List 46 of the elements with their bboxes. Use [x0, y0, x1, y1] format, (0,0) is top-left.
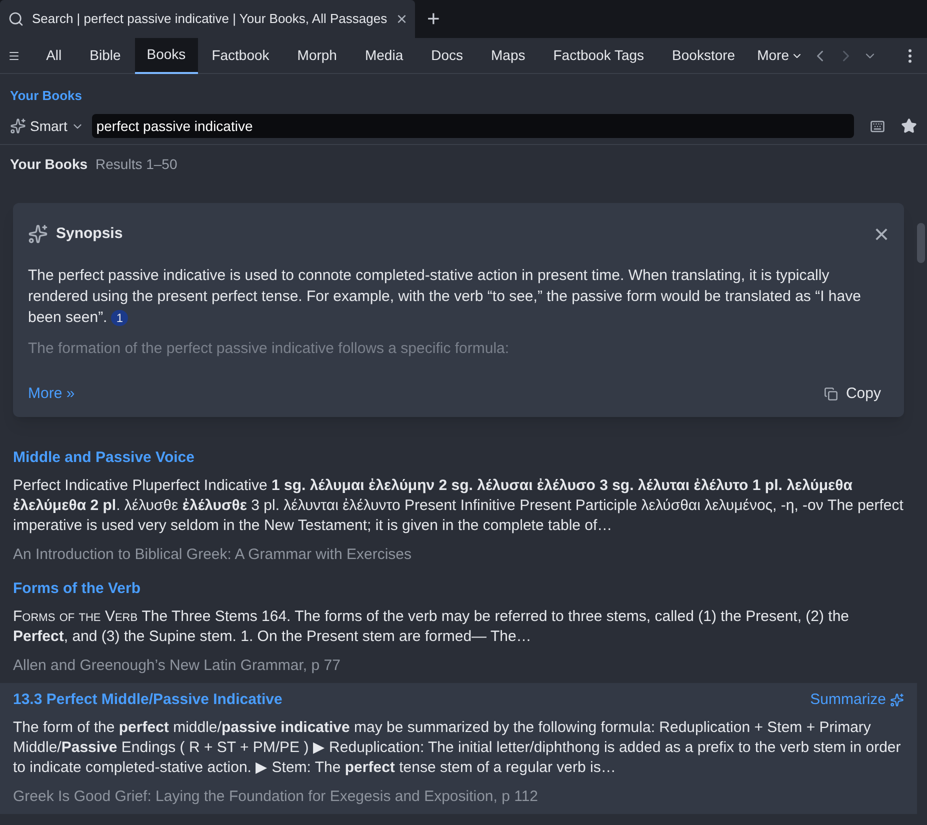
nav-tab[interactable]: Morph: [283, 38, 351, 74]
nav-tab[interactable]: Bookstore: [658, 38, 750, 74]
result-source: Allen and Greenough’s New Latin Grammar, p 77: [13, 656, 342, 676]
nav-tab[interactable]: Media: [350, 38, 418, 74]
results-title: Your Books: [10, 155, 88, 174]
result-snippet: Forms of the Verb The Three Stems 164. The forms of the verb may be referred to three stems, called (1) the Present, (2) the Perfect, and (3) the Supine stem. 1. On the Present stem are formed— The…: [13, 606, 850, 646]
nav-tab[interactable]: Factbook: [198, 38, 284, 74]
browser-tab[interactable]: Search | perfect passive indicative | Your Books, All Passages ×: [0, 0, 415, 38]
nav-tab[interactable]: Books: [134, 38, 198, 74]
keyboard-icon[interactable]: [870, 118, 885, 134]
tab-title: Search | perfect passive indicative | Your Books, All Passages: [32, 10, 388, 28]
nav-tab[interactable]: Factbook Tags: [539, 38, 658, 74]
copy-button[interactable]: Copy: [816, 382, 889, 405]
synopsis-title: Synopsis: [56, 224, 123, 244]
sparkle-icon: [10, 118, 26, 134]
more-menu[interactable]: More: [749, 45, 811, 66]
result-title-link[interactable]: Middle and Passive Voice: [13, 447, 194, 470]
summarize-button[interactable]: Summarize: [810, 689, 904, 712]
sparkle-icon: [890, 693, 904, 708]
results-range: Results 1–50: [96, 155, 178, 174]
synopsis-faded-text: The formation of the perfect passive indicative follows a specific formula:: [28, 339, 510, 359]
close-tab-button[interactable]: ×: [396, 10, 407, 28]
nav-tab[interactable]: Maps: [477, 38, 540, 74]
citation-badge[interactable]: 1: [111, 310, 128, 326]
more-link[interactable]: More »: [28, 382, 75, 405]
result-source: Greek Is Good Grief: Laying the Foundation for Exegesis and Exposition, p 112: [13, 786, 540, 806]
result-title-link[interactable]: Forms of the Verb: [13, 578, 141, 600]
result-snippet: Perfect Indicative Pluperfect Indicative 1 sg. λέλυμαι ἐλελύμην 2 sg. λέλυσαι ἐλέλυσο 3 sg. λέλυται ἐλέλυτο 1 pl. λελύμεθα ἐλελύμεθα 2 pl. λέλυσθε ἐλέλυσθε 3 pl. λέλυνται ἐλέλυντο Present Infinitive Present Participle λελύσθαι λελυμένος, -η, -ον The perfect imperative is used very seldom in the New Testament; it is given in the complete table of…: [13, 476, 904, 536]
close-button[interactable]: ×: [874, 221, 889, 247]
new-tab-button[interactable]: +: [415, 0, 452, 38]
result-snippet: The form of the perfect middle/passive indicative may be summarized by the following formula: Reduplication + Stem + Primary Middle/Passive Endings ( R + ST + PM/PE ) ▶ Reduplication: The initial letter/diphthong is added as a prefix to the verb stem in order to indicate completed-stative action. ▶ Stem: The perfect tense stem of a regular verb is…: [13, 718, 902, 778]
nav-tab[interactable]: All: [32, 38, 76, 74]
sparkle-icon: [28, 224, 48, 244]
result-title-link[interactable]: 13.3 Perfect Middle/Passive Indicative: [13, 689, 282, 712]
smart-mode-button[interactable]: Smart: [10, 116, 84, 136]
copy-icon: [824, 386, 838, 401]
scope-link[interactable]: Your Books: [10, 88, 82, 103]
synopsis-text: The perfect passive indicative is used to connote completed-stative action in present time. When translating, it is typically rendered using the present perfect tense. For example, with the verb “to see,” the passive form would be translated as “I have been seen”. 1: [28, 266, 862, 328]
search-icon: [8, 11, 24, 27]
star-icon[interactable]: [901, 118, 917, 134]
result-source: An Introduction to Biblical Greek: A Grammar with Exercises: [13, 544, 412, 564]
search-field[interactable]: perfect passive indicative: [92, 114, 854, 138]
nav-tab[interactable]: Bible: [76, 38, 135, 74]
scrollbar[interactable]: [917, 223, 925, 263]
result-item[interactable]: [0, 683, 917, 814]
nav-tab[interactable]: Docs: [417, 38, 478, 74]
